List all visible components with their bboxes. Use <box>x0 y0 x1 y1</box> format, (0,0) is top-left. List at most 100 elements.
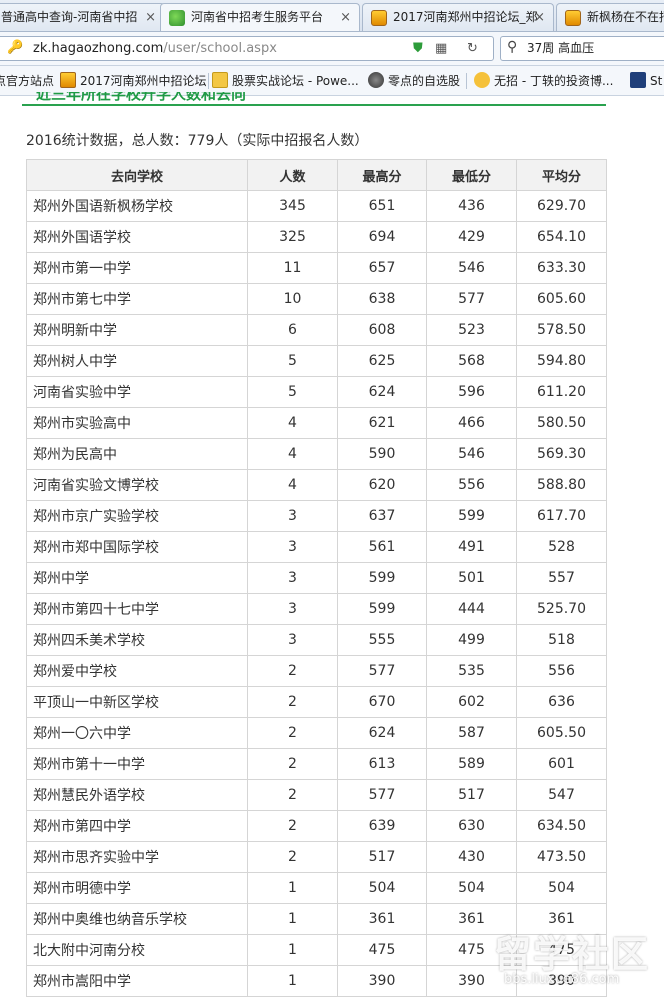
refresh-icon[interactable]: ↻ <box>467 41 478 56</box>
table-row: 郑州外国语新枫杨学校 345 651 436 629.70 <box>26 190 607 222</box>
bookmark-label: 无招 - 丁轶的投资博... <box>494 74 614 88</box>
leaf-favicon-icon <box>169 10 185 26</box>
cell-max-score: 624 <box>337 717 427 749</box>
col-header-avg: 平均分 <box>516 159 607 191</box>
address-text[interactable]: zk.hagaozhong.com/user/school.aspx <box>33 37 277 60</box>
bookmark-label: 股票实战论坛 - Powe... <box>232 74 359 88</box>
table-row: 郑州四禾美术学校 3 555 499 518 <box>26 624 607 656</box>
hand-icon <box>474 72 490 88</box>
cell-avg-score: 390 <box>516 965 607 997</box>
cell-school: 郑州市明德中学 <box>26 872 248 904</box>
cell-min-score: 577 <box>426 283 517 315</box>
close-tab-icon[interactable]: × <box>534 4 545 31</box>
tab-forum[interactable]: 2017河南郑州中招论坛_郑 × <box>362 3 554 31</box>
cell-max-score: 625 <box>337 345 427 377</box>
cell-count: 3 <box>247 593 338 625</box>
table-row: 郑州市思齐实验中学 2 517 430 473.50 <box>26 841 607 873</box>
cell-avg-score: 557 <box>516 562 607 594</box>
cell-max-score: 390 <box>337 965 427 997</box>
close-tab-icon[interactable]: × <box>145 4 156 31</box>
cell-avg-score: 518 <box>516 624 607 656</box>
cell-school: 平顶山一中新区学校 <box>26 686 248 718</box>
cell-min-score: 589 <box>426 748 517 780</box>
bookmark-label: 零点的自选股 <box>388 74 461 88</box>
tab-school-query[interactable]: 普通高中查询-河南省中招 × <box>0 3 165 31</box>
table-row: 郑州市明德中学 1 504 504 504 <box>26 872 607 904</box>
cell-school: 郑州明新中学 <box>26 314 248 346</box>
cell-max-score: 599 <box>337 562 427 594</box>
cell-school: 郑州市第一中学 <box>26 252 248 284</box>
table-row: 郑州市嵩阳中学 1 390 390 390 <box>26 965 607 997</box>
table-row: 郑州树人中学 5 625 568 594.80 <box>26 345 607 377</box>
cell-min-score: 523 <box>426 314 517 346</box>
search-input[interactable]: 37周 高血压 <box>527 37 594 60</box>
cell-max-score: 361 <box>337 903 427 935</box>
cell-max-score: 577 <box>337 655 427 687</box>
cell-min-score: 444 <box>426 593 517 625</box>
cell-min-score: 390 <box>426 965 517 997</box>
cell-min-score: 491 <box>426 531 517 563</box>
cell-school: 郑州市第四中学 <box>26 810 248 842</box>
table-row: 郑州市实验高中 4 621 466 580.50 <box>26 407 607 439</box>
address-bar[interactable]: 🔑 zk.hagaozhong.com/user/school.aspx ⛊ ▦… <box>0 36 494 61</box>
cell-school: 郑州慧民外语学校 <box>26 779 248 811</box>
cell-count: 5 <box>247 345 338 377</box>
cell-school: 北大附中河南分校 <box>26 934 248 966</box>
table-row: 郑州市郑中国际学校 3 561 491 528 <box>26 531 607 563</box>
cell-min-score: 630 <box>426 810 517 842</box>
cell-count: 2 <box>247 810 338 842</box>
cell-count: 2 <box>247 779 338 811</box>
cell-avg-score: 605.50 <box>516 717 607 749</box>
cell-school: 郑州中学 <box>26 562 248 594</box>
bookmark-label: 2017河南郑州中招论坛 <box>80 74 207 88</box>
bookmark-st[interactable]: St <box>630 66 662 96</box>
bookmark-blog[interactable]: 无招 - 丁轶的投资博... <box>474 66 613 96</box>
cell-count: 4 <box>247 469 338 501</box>
bookmark-divider <box>208 73 209 89</box>
tab-xinfengyang[interactable]: 新枫杨在不在招 <box>556 3 664 31</box>
bookmark-watchlist[interactable]: 零点的自选股 <box>368 66 460 96</box>
cell-count: 3 <box>247 562 338 594</box>
table-row: 郑州为民高中 4 590 546 569.30 <box>26 438 607 470</box>
cell-avg-score: 475 <box>516 934 607 966</box>
cell-count: 11 <box>247 252 338 284</box>
cell-count: 1 <box>247 872 338 904</box>
cell-avg-score: 578.50 <box>516 314 607 346</box>
cell-school: 郑州市第四十七中学 <box>26 593 248 625</box>
bookmark-divider <box>466 73 467 89</box>
key-icon: 🔑 <box>7 40 24 55</box>
search-box[interactable]: ⚲ 37周 高血压 <box>500 36 664 61</box>
tab-service-platform[interactable]: 河南省中招考生服务平台 × <box>160 3 360 31</box>
col-header-count: 人数 <box>247 159 338 191</box>
search-icon: ⚲ <box>507 39 518 55</box>
cell-max-score: 517 <box>337 841 427 873</box>
qr-code-icon[interactable]: ▦ <box>435 41 447 56</box>
cell-school: 郑州市嵩阳中学 <box>26 965 248 997</box>
cell-avg-score: 525.70 <box>516 593 607 625</box>
navigation-bar: 🔑 zk.hagaozhong.com/user/school.aspx ⛊ ▦… <box>0 32 664 66</box>
cell-min-score: 535 <box>426 655 517 687</box>
cell-min-score: 429 <box>426 221 517 253</box>
school-results-table: 去向学校 人数 最高分 最低分 平均分 郑州外国语新枫杨学校 345 651 436 6… <box>26 159 607 997</box>
shield-icon[interactable]: ⛊ <box>413 41 423 56</box>
table-row: 郑州市第一中学 11 657 546 633.30 <box>26 252 607 284</box>
cell-count: 3 <box>247 531 338 563</box>
table-row: 郑州爱中学校 2 577 535 556 <box>26 655 607 687</box>
cell-school: 郑州市郑中国际学校 <box>26 531 248 563</box>
close-tab-icon[interactable]: × <box>340 4 351 31</box>
heading-underline <box>22 104 606 106</box>
table-row: 河南省实验文博学校 4 620 556 588.80 <box>26 469 607 501</box>
cell-max-score: 504 <box>337 872 427 904</box>
cell-school: 郑州市京广实验学校 <box>26 500 248 532</box>
table-row: 郑州中学 3 599 501 557 <box>26 562 607 594</box>
cell-max-score: 637 <box>337 500 427 532</box>
cell-avg-score: 605.60 <box>516 283 607 315</box>
cell-count: 4 <box>247 438 338 470</box>
tab-title: 普通高中查询-河南省中招 <box>1 10 138 24</box>
forum-favicon-icon <box>60 72 76 88</box>
cell-max-score: 670 <box>337 686 427 718</box>
cell-avg-score: 547 <box>516 779 607 811</box>
cell-min-score: 556 <box>426 469 517 501</box>
cell-min-score: 546 <box>426 252 517 284</box>
cell-count: 2 <box>247 686 338 718</box>
